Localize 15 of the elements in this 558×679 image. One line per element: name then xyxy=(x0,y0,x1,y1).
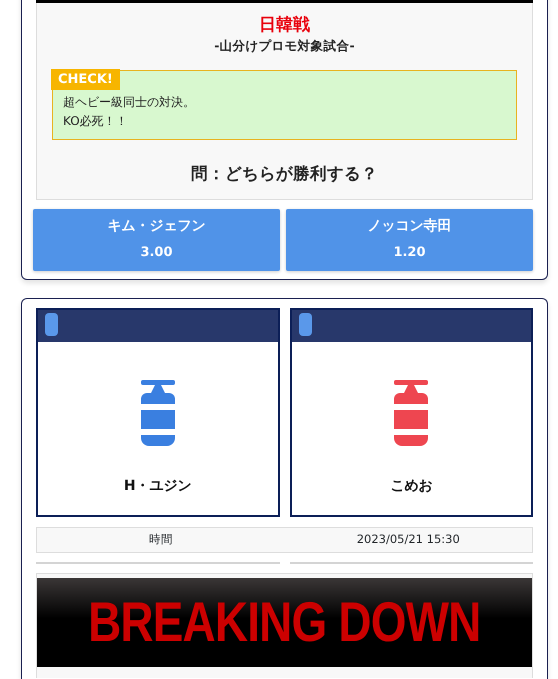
info-value: 2023/05/21 15:30 xyxy=(356,530,461,548)
question-text: 問：どちらが勝利する？ xyxy=(190,162,379,185)
match-subtitle: -山分けプロモ対象試合- xyxy=(213,37,356,55)
tab-marker xyxy=(45,312,58,336)
tab-marker xyxy=(298,312,312,336)
banner-title: BREAKING DOWN xyxy=(88,589,481,655)
info-label: 時間 xyxy=(148,530,174,548)
match-title: 日韓戦 xyxy=(258,14,311,37)
check-text: KO必死！！ xyxy=(63,112,129,130)
vote-button[interactable]: ノッコン寺田 1.20 xyxy=(286,208,533,270)
fighter-name: こめお xyxy=(390,476,432,496)
vote-button[interactable]: キム・ジェフン 3.00 xyxy=(33,208,280,270)
check-text: 超ヘビー級同士の対決。 xyxy=(63,94,196,111)
fighter-name: H・ユジン xyxy=(124,476,192,496)
check-badge: CHECK! xyxy=(51,68,120,90)
